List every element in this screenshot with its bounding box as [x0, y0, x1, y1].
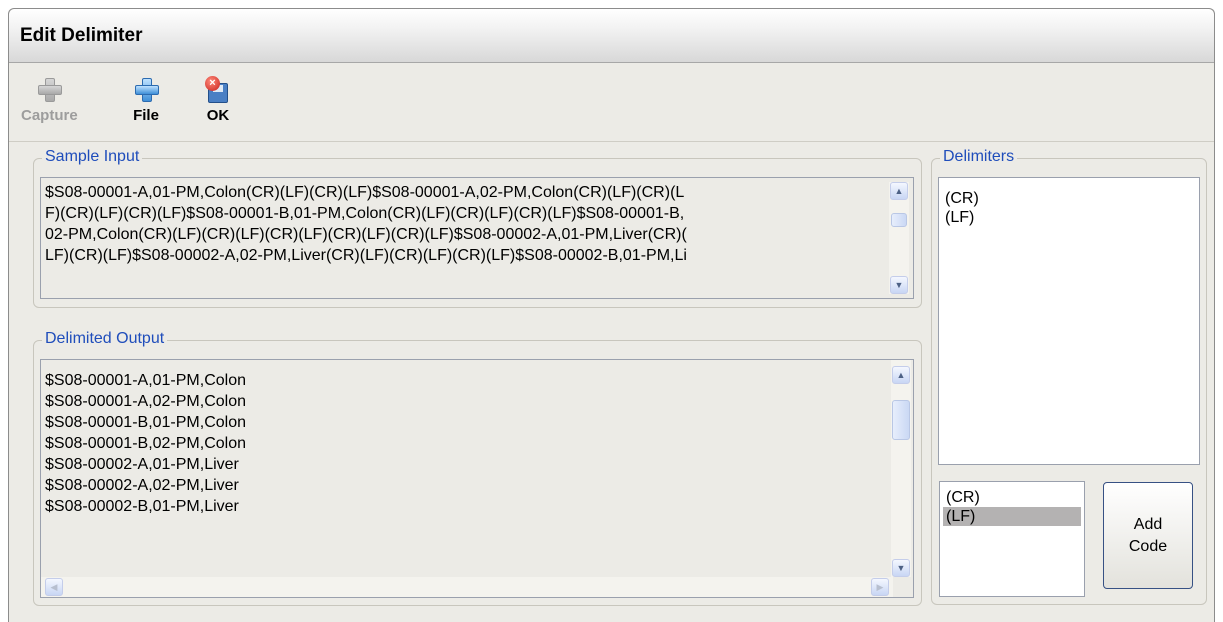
output-line: $S08-00002-A,02-PM,Liver — [45, 477, 239, 494]
file-button[interactable]: File — [133, 76, 159, 124]
file-label: File — [133, 107, 159, 124]
scroll-thumb[interactable] — [891, 213, 907, 227]
scroll-down-arrow-icon[interactable]: ▼ — [890, 276, 908, 294]
sample-line: $S08-00001-A,01-PM,Colon(CR)(LF)(CR)(LF)… — [45, 184, 685, 201]
output-line: $S08-00002-A,01-PM,Liver — [45, 456, 239, 473]
output-line: $S08-00002-B,01-PM,Liver — [45, 498, 239, 515]
sample-input-legend: Sample Input — [42, 148, 143, 166]
sample-input-scrollbar[interactable]: ▲ ▼ — [889, 182, 909, 294]
capture-label: Capture — [21, 107, 78, 124]
sample-input-text: $S08-00001-A,01-PM,Colon(CR)(LF)(CR)(LF)… — [45, 182, 889, 266]
delimiters-list-items: (CR) (LF) — [942, 189, 979, 227]
sample-line: LF)(CR)(LF)$S08-00002-A,02-PM,Liver(CR)(… — [45, 247, 687, 264]
scroll-up-arrow-icon[interactable]: ▲ — [890, 182, 908, 200]
save-close-icon: × — [205, 76, 231, 104]
plus-blue-icon — [133, 76, 159, 104]
output-line: $S08-00001-B,01-PM,Colon — [45, 414, 247, 431]
window-title: Edit Delimiter — [20, 25, 143, 46]
list-item[interactable]: (CR) — [943, 488, 1081, 507]
delimiters-legend: Delimiters — [940, 148, 1018, 166]
scroll-right-arrow-icon[interactable]: ▶ — [871, 578, 889, 596]
ok-label: OK — [206, 107, 230, 124]
delimited-output-textbox[interactable]: $S08-00001-A,01-PM,Colon $S08-00001-A,02… — [40, 359, 914, 598]
capture-button[interactable]: Capture — [21, 76, 78, 124]
delimited-output-text: $S08-00001-A,01-PM,Colon $S08-00001-A,02… — [45, 370, 246, 517]
title-bar[interactable]: Edit Delimiter — [9, 9, 1214, 63]
sample-input-group: Sample Input $S08-00001-A,01-PM,Colon(CR… — [33, 148, 922, 308]
delimited-output-group: Delimited Output $S08-00001-A,01-PM,Colo… — [33, 330, 922, 606]
output-line: $S08-00001-A,01-PM,Colon — [45, 372, 247, 389]
codes-list[interactable]: (CR) (LF) — [939, 481, 1085, 597]
add-code-label: Add Code — [1129, 514, 1167, 558]
scroll-thumb[interactable] — [892, 400, 910, 440]
delimited-output-vscrollbar[interactable]: ▲ ▼ — [891, 360, 911, 577]
scroll-down-arrow-icon[interactable]: ▼ — [892, 559, 910, 577]
codes-list-items: (CR) (LF) — [943, 488, 1081, 526]
delimited-output-hscrollbar[interactable]: ◀ ▶ — [41, 577, 893, 597]
output-line: $S08-00001-A,02-PM,Colon — [45, 393, 247, 410]
list-item[interactable]: (LF) — [942, 208, 979, 227]
toolbar: Capture File × OK — [9, 64, 1214, 142]
scroll-up-arrow-icon[interactable]: ▲ — [892, 366, 910, 384]
delimited-output-legend: Delimited Output — [42, 330, 168, 348]
sample-line: 02-PM,Colon(CR)(LF)(CR)(LF)(CR)(LF)(CR)(… — [45, 226, 687, 243]
list-item[interactable]: (CR) — [942, 189, 979, 208]
output-line: $S08-00001-B,02-PM,Colon — [45, 435, 247, 452]
ok-button[interactable]: × OK — [205, 76, 231, 124]
list-item-selected[interactable]: (LF) — [943, 507, 1081, 526]
sample-input-textbox[interactable]: $S08-00001-A,01-PM,Colon(CR)(LF)(CR)(LF)… — [40, 177, 914, 299]
add-code-line1: Add — [1133, 515, 1163, 533]
scroll-left-arrow-icon[interactable]: ◀ — [45, 578, 63, 596]
add-code-button[interactable]: Add Code — [1103, 482, 1193, 589]
edit-delimiter-window: Edit Delimiter Capture File × OK Sample … — [8, 8, 1215, 622]
delimiters-list[interactable]: (CR) (LF) — [938, 177, 1200, 465]
plus-gray-icon — [36, 76, 63, 104]
add-code-line2: Code — [1128, 537, 1168, 555]
sample-line: F)(CR)(LF)(CR)(LF)$S08-00001-B,01-PM,Col… — [45, 205, 685, 222]
